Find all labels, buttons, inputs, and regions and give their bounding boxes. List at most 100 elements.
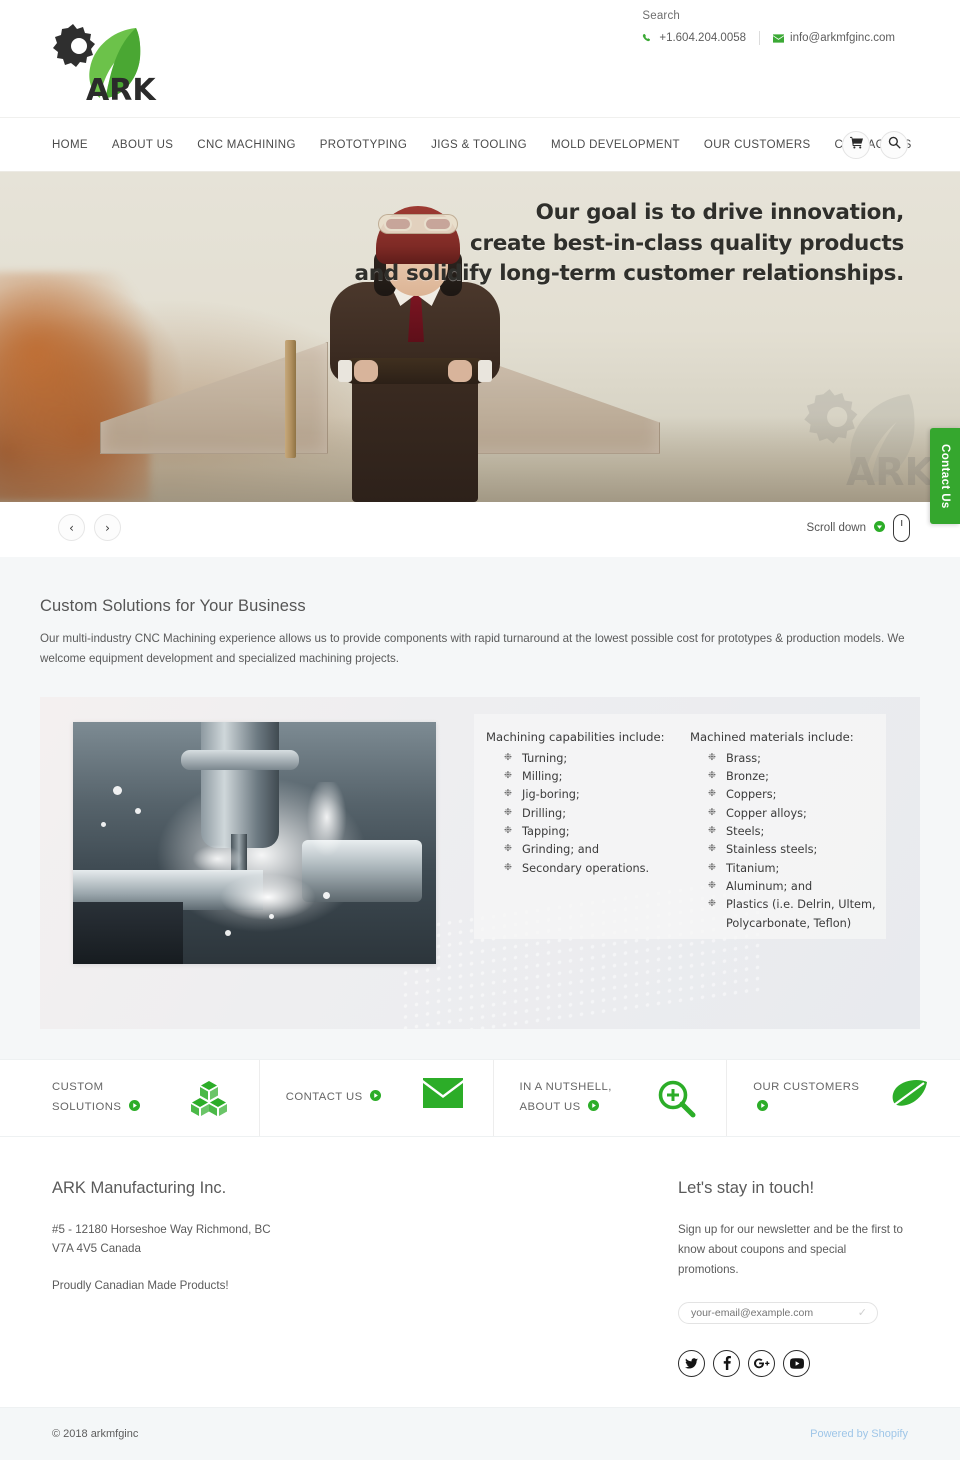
nav-link-our-customers[interactable]: OUR CUSTOMERS: [692, 139, 823, 151]
coolant-droplet: [101, 821, 106, 827]
nav-link-mold-development[interactable]: MOLD DEVELOPMENT: [539, 139, 692, 151]
nav-item: ABOUT US: [100, 139, 185, 151]
cart-button[interactable]: [842, 130, 870, 159]
phone-link[interactable]: +1.604.204.0058: [642, 32, 759, 44]
materials-heading: Machined materials include:: [690, 729, 854, 744]
powered-by-link[interactable]: Powered by Shopify: [810, 1428, 908, 1440]
nav-item: JIGS & TOOLING: [419, 139, 539, 151]
nav-item: OUR CUSTOMERS: [692, 139, 823, 151]
nav-link-prototyping[interactable]: PROTOTYPING: [308, 139, 419, 151]
bottom-bar: © 2018 arkmfginc Powered by Shopify: [0, 1407, 960, 1460]
solutions-panel-wrap: Machining capabilities include: Turning;…: [40, 696, 920, 1059]
section-body: Our multi-industry CNC Machining experie…: [40, 632, 905, 665]
nav-actions: [842, 130, 908, 159]
feature-label-line1: OUR CUSTOMERS: [753, 1081, 860, 1094]
search-label[interactable]: Search: [642, 10, 908, 22]
capabilities-materials-box: Machining capabilities include: Turning;…: [474, 713, 886, 939]
arrow-down-circle-icon: [874, 519, 885, 537]
list-item: Titanium;: [708, 860, 886, 878]
cnc-coolant-splash: [163, 781, 373, 942]
feature-label-line1: CONTACT US: [285, 1090, 363, 1103]
list-item: Stainless steels;: [708, 841, 886, 859]
boy-cuff-left: [338, 360, 352, 382]
email-link[interactable]: info@arkmfginc.com: [760, 32, 908, 44]
capabilities-heading: Machining capabilities include:: [486, 729, 665, 744]
feature-our-customers[interactable]: OUR CUSTOMERS: [727, 1060, 960, 1136]
feature-label-line2: SOLUTIONS: [52, 1100, 122, 1113]
cnc-photo-inner: [73, 721, 436, 964]
nav-list: HOME ABOUT US CNC MACHINING PROTOTYPING …: [52, 139, 924, 151]
nav-link-cnc-machining[interactable]: CNC MACHINING: [185, 139, 307, 151]
social-googleplus-button[interactable]: [748, 1349, 775, 1377]
carousel-next-button[interactable]: ›: [94, 514, 121, 541]
feature-custom-solutions[interactable]: CUSTOM SOLUTIONS: [0, 1059, 260, 1136]
social-youtube-button[interactable]: [783, 1349, 810, 1377]
list-item: Tapping;: [504, 823, 682, 841]
nav-link-jigs-tooling[interactable]: JIGS & TOOLING: [419, 139, 539, 151]
social-facebook-button[interactable]: [713, 1349, 740, 1377]
custom-solutions-section: Custom Solutions for Your Business Our m…: [0, 557, 960, 1059]
feature-label: IN A NUTSHELL, ABOUT US: [520, 1078, 612, 1118]
hero-headline: Our goal is to drive innovation, create …: [354, 198, 904, 290]
coolant-droplet: [323, 891, 330, 899]
contact-us-side-tab[interactable]: Contact Us: [930, 428, 960, 524]
feature-contact-us[interactable]: CONTACT US: [260, 1059, 494, 1136]
hero-carousel: Our goal is to drive innovation, create …: [0, 172, 960, 502]
list-item-continuation: Polycarbonate, Teflon): [726, 916, 852, 930]
copyright-text: © 2018 arkmfginc: [52, 1427, 139, 1440]
social-links: [678, 1349, 908, 1377]
nav-link-about-us[interactable]: ABOUT US: [100, 139, 185, 151]
materials-column: Machined materials include: Brass; Bronz…: [682, 730, 886, 939]
feature-label: CONTACT US: [285, 1088, 382, 1108]
feature-label: OUR CUSTOMERS: [753, 1078, 859, 1118]
footer-address-line-2: V7A 4V5 Canada: [52, 1242, 141, 1256]
arrow-right-circle-icon: [370, 1089, 382, 1101]
coolant-droplet: [113, 785, 122, 795]
phone-number: +1.604.204.0058: [659, 32, 747, 44]
cnc-tool-holder: [181, 749, 299, 770]
footer-tagline: Proudly Canadian Made Products!: [52, 1279, 229, 1293]
carousel-controls-bar: ‹ › Scroll down: [0, 502, 960, 557]
materials-list: Brass; Bronze; Coppers; Copper alloys; S…: [690, 750, 886, 933]
boy-cuff-right: [478, 360, 492, 382]
list-item: Secondary operations.: [504, 860, 682, 878]
mouse-scroll-icon: [893, 514, 910, 542]
main-navigation: HOME ABOUT US CNC MACHINING PROTOTYPING …: [0, 118, 960, 172]
feature-label: CUSTOM SOLUTIONS: [52, 1078, 140, 1118]
social-twitter-button[interactable]: [678, 1349, 705, 1377]
footer-newsletter-block: Let's stay in touch! Sign up for our new…: [678, 1179, 908, 1377]
carousel-prev-button[interactable]: ‹: [58, 514, 85, 541]
site-logo[interactable]: ARK: [50, 12, 160, 107]
list-item: Turning;: [504, 750, 682, 768]
site-footer: ARK Manufacturing Inc. #5 - 12180 Horses…: [0, 1136, 960, 1408]
boy-hand-right: [448, 360, 472, 382]
list-item: Bronze;: [708, 768, 886, 786]
magnifier-plus-icon: [656, 1078, 696, 1118]
coolant-droplet: [135, 807, 141, 814]
newsletter-submit-check-icon[interactable]: ✓: [858, 1306, 867, 1319]
hero-line-2: create best-in-class quality products: [470, 230, 904, 256]
nav-item: HOME: [52, 139, 100, 151]
envelope-icon: [773, 33, 785, 43]
feature-about-us[interactable]: IN A NUTSHELL, ABOUT US: [494, 1059, 728, 1136]
scroll-down-indicator[interactable]: Scroll down: [807, 514, 910, 542]
carousel-arrows: ‹ ›: [58, 514, 121, 541]
solutions-panel: Machining capabilities include: Turning;…: [40, 696, 920, 1029]
envelope-icon: [422, 1077, 463, 1118]
search-button[interactable]: [880, 130, 908, 159]
newsletter-email-input[interactable]: [678, 1301, 878, 1324]
leaf-icon: [890, 1078, 930, 1118]
cnc-machining-photo: [73, 721, 436, 964]
footer-company-block: ARK Manufacturing Inc. #5 - 12180 Horses…: [52, 1179, 482, 1377]
feature-label-line2: ABOUT US: [519, 1100, 581, 1113]
list-item: Brass;: [708, 750, 886, 768]
arrow-right-circle-icon: [128, 1099, 140, 1111]
list-item: Copper alloys;: [708, 805, 886, 823]
nav-link-home[interactable]: HOME: [52, 139, 100, 151]
list-item: Steels;: [708, 823, 886, 841]
newsletter-form: ✓: [678, 1301, 878, 1324]
capabilities-column: Machining capabilities include: Turning;…: [474, 730, 682, 939]
top-bar-right: Search +1.604.204.0058 info@arkmfginc.co…: [642, 10, 908, 45]
hero-line-1: Our goal is to drive innovation,: [535, 200, 905, 225]
arrow-right-circle-icon: [757, 1099, 769, 1111]
